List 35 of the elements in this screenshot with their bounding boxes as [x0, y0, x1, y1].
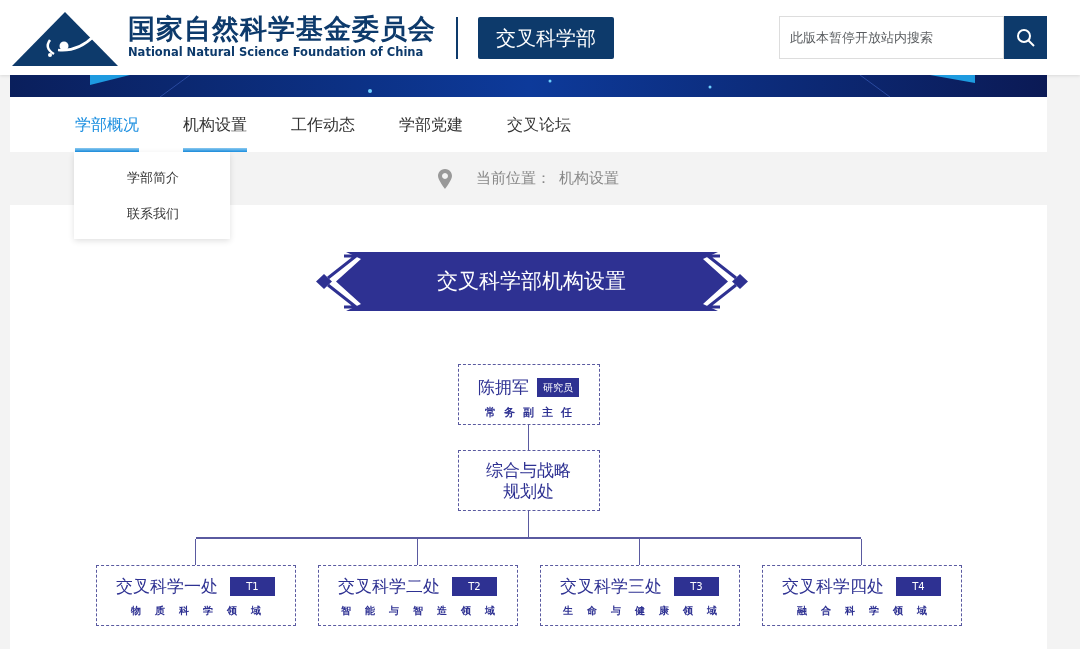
- dropdown-item[interactable]: 学部简介: [74, 160, 230, 196]
- department-button[interactable]: 交叉科学部: [478, 16, 614, 59]
- breadcrumb-label: 当前位置：: [476, 168, 551, 190]
- division-badge: T3: [674, 576, 719, 596]
- division-name: 交叉科学二处: [338, 574, 441, 598]
- office-name: 规划处: [502, 480, 555, 501]
- person-name: 陈拥军: [478, 376, 529, 399]
- search-field[interactable]: 此版本暂停开放站内搜索: [779, 16, 1004, 59]
- division-name: 交叉科学四处: [782, 574, 885, 598]
- division-name: 交叉科学一处: [116, 574, 219, 598]
- nav-tab[interactable]: 机构设置: [183, 97, 247, 152]
- field-label: 融合科学领域: [795, 604, 942, 618]
- search-icon: [1015, 27, 1036, 48]
- division-badge: T2: [452, 576, 497, 596]
- division-badge: T4: [896, 576, 941, 596]
- search-button[interactable]: [1004, 16, 1047, 59]
- nav-tab[interactable]: 工作动态: [291, 97, 355, 152]
- location-pin-icon: [438, 168, 452, 189]
- field-label: 物质科学领域: [129, 604, 276, 618]
- org-name: 国家自然科学基金委员会: [128, 14, 436, 44]
- page-title: 交叉科学部机构设置: [381, 252, 682, 311]
- division-badge: T1: [230, 576, 275, 596]
- title-badge: 研究员: [537, 378, 579, 398]
- office-name: 综合与战略: [486, 460, 571, 481]
- org-name-english: National Natural Science Foundation of China: [128, 43, 425, 61]
- division-name: 交叉科学三处: [560, 574, 663, 598]
- field-label: 生命与健康领域: [561, 604, 732, 618]
- nav-tab[interactable]: 学部党建: [399, 97, 463, 152]
- role-label: 常务副主任: [484, 404, 581, 421]
- nav-tab[interactable]: 交叉论坛: [507, 97, 571, 152]
- nav-tab[interactable]: 学部概况: [75, 97, 139, 152]
- dropdown-item[interactable]: 联系我们: [74, 195, 230, 231]
- banner-ornament: [315, 252, 382, 311]
- field-label: 智能与智造领域: [339, 604, 510, 618]
- banner-ornament: [681, 252, 748, 311]
